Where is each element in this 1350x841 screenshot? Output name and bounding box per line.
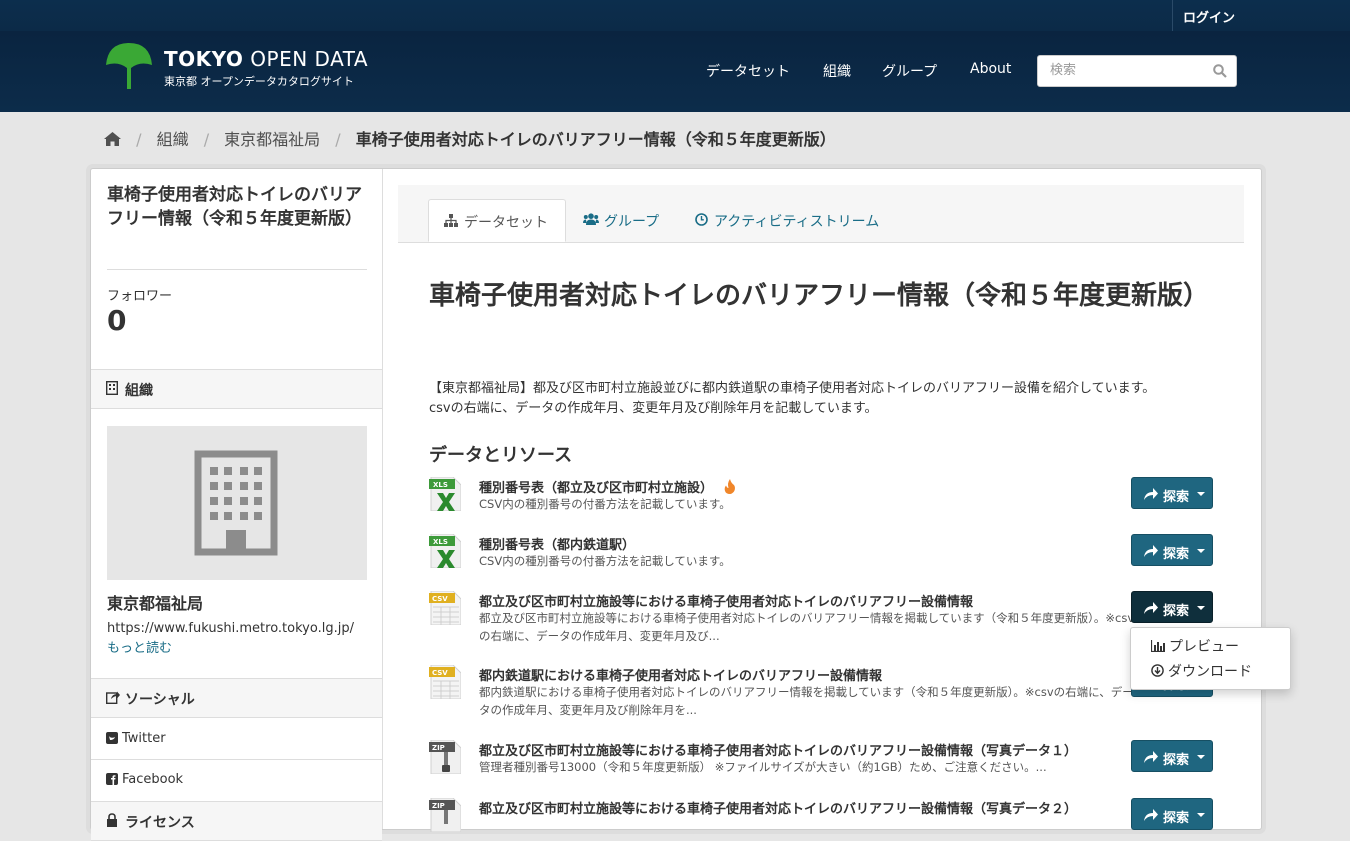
resource-title[interactable]: 種別番号表（都内鉄道駅）: [479, 534, 635, 553]
site-subtitle: 東京都 オープンデータカタログサイト: [164, 75, 354, 88]
breadcrumb-organization[interactable]: 東京都福祉局: [224, 130, 320, 149]
search-input[interactable]: [1048, 62, 1212, 79]
explore-button[interactable]: 探索: [1131, 477, 1213, 509]
followers-count: 0: [107, 304, 127, 337]
read-more-link[interactable]: もっと読む: [107, 641, 172, 656]
account-bar: ログイン: [0, 0, 1350, 31]
flame-icon: [724, 479, 735, 494]
dataset-notes: 【東京都福祉局】都及び区市町村立施設並びに都内鉄道駅の車椅子使用者対応トイレのバ…: [429, 381, 1156, 416]
sidebar-dataset-title: 車椅子使用者対応トイレのバリアフリー情報（令和５年度更新版）: [107, 185, 362, 229]
sidebar: 車椅子使用者対応トイレのバリアフリー情報（令和５年度更新版） フォロワー 0 組…: [91, 169, 383, 841]
resource-description: CSV内の種別番号の付番方法を記載しています。: [479, 554, 731, 568]
organization-heading: 組織: [91, 369, 382, 409]
twitter-link[interactable]: Twitter: [106, 731, 166, 746]
sitemap-icon: [444, 214, 458, 227]
search-box: [1037, 55, 1237, 87]
building-placeholder-icon: [194, 450, 278, 556]
tab-activity-stream[interactable]: アクティビティストリーム: [685, 199, 895, 240]
resource-title[interactable]: 都立及び区市町村立施設等における車椅子使用者対応トイレのバリアフリー設備情報: [479, 591, 973, 610]
zip-file-icon: ZIP: [429, 740, 461, 774]
download-circle-icon: [1151, 664, 1164, 677]
tab-groups[interactable]: グループ: [571, 199, 681, 240]
resource-title[interactable]: 都立及び区市町村立施設等における車椅子使用者対応トイレのバリアフリー設備情報（写…: [479, 740, 1077, 759]
home-icon[interactable]: [104, 132, 121, 146]
followers-label: フォロワー: [107, 289, 173, 304]
explore-button[interactable]: 探索: [1131, 798, 1213, 830]
tab-datasets[interactable]: データセット: [428, 199, 566, 242]
breadcrumb: / 組織 / 東京都福祉局 / 車椅子使用者対応トイレのバリアフリー情報（令和５…: [104, 126, 836, 150]
organization-name: 東京都福祉局: [107, 594, 204, 613]
share-arrow-icon: [1144, 751, 1158, 763]
dataset-title: 車椅子使用者対応トイレのバリアフリー情報（令和５年度更新版）: [429, 281, 1210, 311]
explore-dropdown-menu: プレビュー ダウンロード: [1130, 627, 1291, 690]
explore-button[interactable]: 探索: [1131, 591, 1213, 623]
twitter-icon: [106, 732, 118, 744]
resource-title[interactable]: 都内鉄道駅における車椅子使用者対応トイレのバリアフリー設備情報: [479, 665, 882, 684]
nav-groups[interactable]: グループ: [882, 61, 937, 81]
resource-description: CSV内の種別番号の付番方法を記載しています。: [479, 497, 731, 511]
svg-text:ZIP: ZIP: [432, 802, 445, 810]
organization-url: https://www.fukushi.metro.tokyo.lg.jp/: [107, 621, 354, 636]
svg-text:XLS: XLS: [433, 481, 448, 489]
site-title[interactable]: TOKYO OPEN DATA: [164, 47, 368, 71]
resource-title[interactable]: 都立及び区市町村立施設等における車椅子使用者対応トイレのバリアフリー設備情報（写…: [479, 798, 1077, 817]
lock-icon: [107, 813, 117, 827]
share-arrow-icon: [1144, 545, 1158, 557]
resources-heading: データとリソース: [429, 445, 573, 466]
license-heading: ライセンス: [91, 801, 382, 841]
content-wrapper: 車椅子使用者対応トイレのバリアフリー情報（令和５年度更新版） フォロワー 0 組…: [90, 168, 1262, 841]
nav-datasets[interactable]: データセット: [706, 61, 790, 81]
tokyo-ginkgo-logo-icon[interactable]: [104, 41, 154, 91]
facebook-icon: [106, 773, 118, 785]
nav-about[interactable]: About: [970, 61, 1011, 77]
account-divider: [1172, 0, 1173, 31]
share-arrow-icon: [1144, 488, 1158, 500]
search-icon[interactable]: [1213, 64, 1227, 78]
explore-button[interactable]: 探索: [1131, 740, 1213, 772]
resource-description: 管理者種別番号13000（令和５年度更新版） ※ファイルサイズが大きい（約1GB…: [479, 760, 1047, 774]
share-arrow-icon: [1144, 809, 1158, 821]
breadcrumb-dataset[interactable]: 車椅子使用者対応トイレのバリアフリー情報（令和５年度更新版）: [356, 130, 836, 149]
svg-text:CSV: CSV: [432, 595, 448, 603]
share-icon: [106, 691, 120, 704]
resource-description: 都立及び区市町村立施設等における車椅子使用者対応トイレのバリアフリー情報を掲載し…: [479, 611, 1135, 643]
masthead: TOKYO OPEN DATA 東京都 オープンデータカタログサイト データセッ…: [0, 31, 1350, 112]
svg-text:ZIP: ZIP: [432, 744, 445, 752]
svg-text:CSV: CSV: [432, 669, 448, 677]
explore-button[interactable]: 探索: [1131, 534, 1213, 566]
organization-description: https://www.fukushi.metro.tokyo.lg.jp/ も…: [107, 619, 362, 659]
bar-chart-icon: [1151, 640, 1165, 652]
resource-title[interactable]: 種別番号表（都立及び区市町村立施設）: [479, 477, 736, 496]
xls-file-icon: XLS: [429, 477, 461, 511]
svg-text:XLS: XLS: [433, 538, 448, 546]
users-icon: [583, 213, 599, 225]
dropdown-download[interactable]: ダウンロード: [1151, 661, 1252, 681]
zip-file-icon: ZIP: [429, 798, 461, 832]
csv-file-icon: CSV: [429, 665, 461, 699]
organization-image[interactable]: [107, 426, 367, 580]
building-icon: [106, 381, 118, 395]
breadcrumb-organizations[interactable]: 組織: [157, 130, 189, 149]
social-divider: [91, 759, 382, 760]
csv-file-icon: CSV: [429, 591, 461, 625]
share-arrow-icon: [1144, 602, 1158, 614]
clock-icon: [695, 213, 708, 226]
xls-file-icon: XLS: [429, 534, 461, 568]
login-link[interactable]: ログイン: [1183, 7, 1235, 26]
resource-description: 都内鉄道駅における車椅子使用者対応トイレのバリアフリー情報を掲載しています（令和…: [479, 685, 1134, 717]
dropdown-preview[interactable]: プレビュー: [1151, 636, 1239, 656]
nav-organizations[interactable]: 組織: [823, 61, 851, 81]
facebook-link[interactable]: Facebook: [106, 772, 183, 787]
sidebar-divider: [107, 269, 367, 270]
social-heading: ソーシャル: [91, 678, 382, 718]
